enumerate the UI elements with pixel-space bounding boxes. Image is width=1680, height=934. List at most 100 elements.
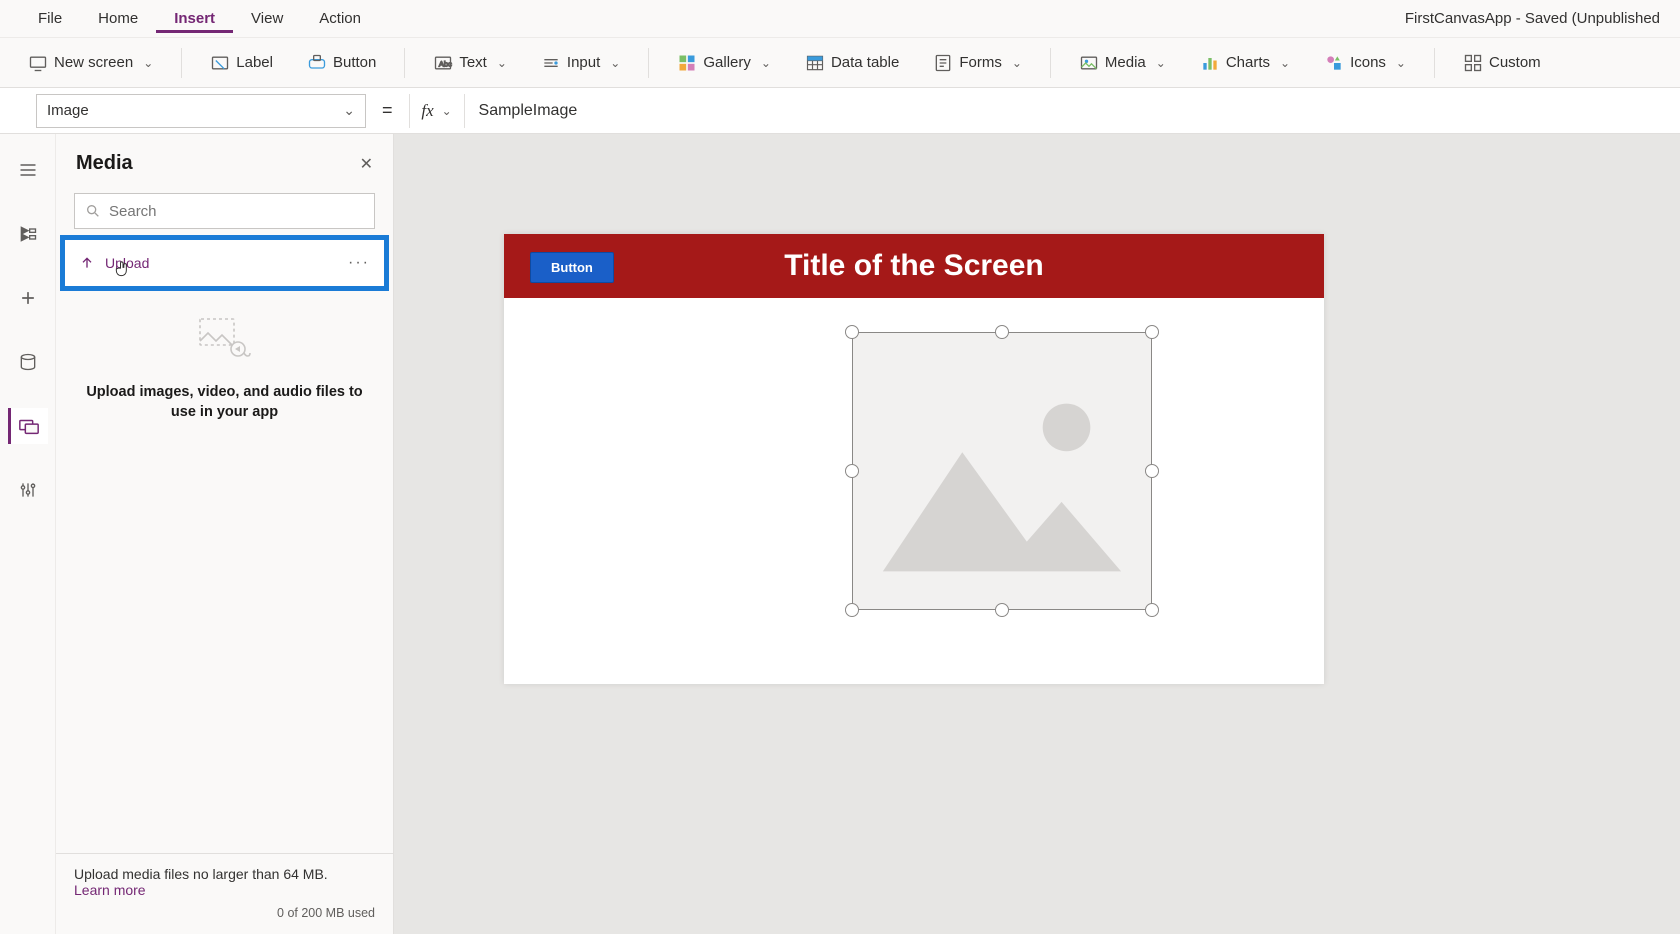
gallery-label: Gallery bbox=[703, 54, 751, 71]
label-button[interactable]: Label bbox=[200, 47, 283, 79]
formula-bar: Image ⌄ = fx ⌄ SampleImage bbox=[0, 88, 1680, 134]
chevron-down-icon: ⌄ bbox=[1012, 56, 1022, 70]
icons-dropdown[interactable]: Icons ⌄ bbox=[1314, 47, 1416, 79]
resize-handle[interactable] bbox=[845, 603, 859, 617]
chevron-down-icon: ⌄ bbox=[1396, 56, 1406, 70]
chevron-down-icon: ⌄ bbox=[610, 56, 620, 70]
image-placeholder[interactable] bbox=[852, 332, 1152, 610]
storage-usage: 0 of 200 MB used bbox=[74, 906, 375, 920]
app-title: FirstCanvasApp - Saved (Unpublished bbox=[1405, 10, 1660, 27]
media-dropdown[interactable]: Media ⌄ bbox=[1069, 47, 1176, 79]
media-rail-icon[interactable] bbox=[8, 408, 48, 444]
footer-text: Upload media files no larger than 64 MB. bbox=[74, 866, 375, 882]
chevron-down-icon: ⌄ bbox=[1156, 56, 1166, 70]
icons-icon bbox=[1324, 53, 1344, 73]
custom-button[interactable]: Custom bbox=[1453, 47, 1551, 79]
search-box[interactable] bbox=[74, 193, 375, 229]
menu-action[interactable]: Action bbox=[301, 4, 379, 33]
forms-label: Forms bbox=[959, 54, 1002, 71]
resize-handle[interactable] bbox=[845, 325, 859, 339]
text-dropdown[interactable]: Abc Text ⌄ bbox=[423, 47, 517, 79]
button-label-text: Button bbox=[333, 54, 376, 71]
input-dropdown[interactable]: Input ⌄ bbox=[531, 47, 630, 79]
tools-icon[interactable] bbox=[8, 472, 48, 508]
upload-label: Upload bbox=[105, 255, 149, 271]
canvas-button-control[interactable]: Button bbox=[530, 252, 614, 283]
learn-more-link[interactable]: Learn more bbox=[74, 882, 146, 898]
insert-icon[interactable] bbox=[8, 280, 48, 316]
chevron-down-icon: ⌄ bbox=[143, 56, 153, 70]
equals-sign: = bbox=[366, 100, 409, 121]
fx-button[interactable]: fx ⌄ bbox=[409, 94, 465, 128]
close-icon[interactable]: ✕ bbox=[360, 154, 373, 174]
charts-dropdown[interactable]: Charts ⌄ bbox=[1190, 47, 1300, 79]
custom-icon bbox=[1463, 53, 1483, 73]
upload-icon bbox=[79, 255, 95, 271]
screen-icon bbox=[28, 53, 48, 73]
forms-icon bbox=[933, 53, 953, 73]
data-icon[interactable] bbox=[8, 344, 48, 380]
formula-input[interactable]: SampleImage bbox=[465, 94, 1680, 128]
text-label: Text bbox=[459, 54, 487, 71]
upload-highlight-box: Upload ··· bbox=[60, 235, 389, 291]
canvas-area[interactable]: Button Title of the Screen bbox=[394, 134, 1680, 934]
menu-file[interactable]: File bbox=[20, 4, 80, 33]
property-selector[interactable]: Image ⌄ bbox=[36, 94, 366, 128]
empty-state: Upload images, video, and audio files to… bbox=[56, 291, 393, 449]
search-input[interactable] bbox=[109, 203, 364, 220]
ribbon-insert: New screen ⌄ Label Button Abc Text ⌄ Inp… bbox=[0, 38, 1680, 88]
resize-handle[interactable] bbox=[1145, 603, 1159, 617]
label-label: Label bbox=[236, 54, 273, 71]
label-icon bbox=[210, 53, 230, 73]
more-icon[interactable]: ··· bbox=[348, 254, 370, 272]
chevron-down-icon: ⌄ bbox=[497, 56, 507, 70]
menu-insert[interactable]: Insert bbox=[156, 4, 233, 33]
menu-view[interactable]: View bbox=[233, 4, 301, 33]
resize-handle[interactable] bbox=[995, 603, 1009, 617]
text-icon: Abc bbox=[433, 53, 453, 73]
gallery-icon bbox=[677, 53, 697, 73]
fx-label: fx bbox=[421, 101, 433, 121]
custom-label: Custom bbox=[1489, 54, 1541, 71]
empty-text: Upload images, video, and audio files to… bbox=[80, 382, 369, 423]
button-button[interactable]: Button bbox=[297, 47, 386, 79]
media-panel: Media ✕ Upload ··· Upload images, video,… bbox=[56, 134, 394, 934]
input-icon bbox=[541, 53, 561, 73]
charts-label: Charts bbox=[1226, 54, 1270, 71]
menu-home[interactable]: Home bbox=[80, 4, 156, 33]
new-screen-button[interactable]: New screen ⌄ bbox=[18, 47, 163, 79]
canvas-title-label[interactable]: Title of the Screen bbox=[504, 249, 1324, 283]
button-icon bbox=[307, 53, 327, 73]
chevron-down-icon: ⌄ bbox=[1280, 56, 1290, 70]
input-label: Input bbox=[567, 54, 600, 71]
media-label: Media bbox=[1105, 54, 1146, 71]
icons-label: Icons bbox=[1350, 54, 1386, 71]
upload-button[interactable]: Upload ··· bbox=[65, 240, 384, 286]
media-empty-icon bbox=[198, 317, 252, 366]
chevron-down-icon: ⌄ bbox=[761, 56, 771, 70]
property-name: Image bbox=[47, 102, 89, 119]
panel-title: Media bbox=[76, 152, 133, 175]
new-screen-label: New screen bbox=[54, 54, 133, 71]
chevron-down-icon: ⌄ bbox=[442, 104, 452, 118]
datatable-label: Data table bbox=[831, 54, 899, 71]
media-icon bbox=[1079, 53, 1099, 73]
tree-view-icon[interactable] bbox=[8, 216, 48, 252]
resize-handle[interactable] bbox=[845, 464, 859, 478]
gallery-dropdown[interactable]: Gallery ⌄ bbox=[667, 47, 781, 79]
left-rail bbox=[0, 134, 56, 934]
search-icon bbox=[85, 203, 101, 219]
resize-handle[interactable] bbox=[1145, 464, 1159, 478]
svg-text:Abc: Abc bbox=[439, 59, 452, 68]
app-screen[interactable]: Button Title of the Screen bbox=[504, 234, 1324, 684]
resize-handle[interactable] bbox=[1145, 325, 1159, 339]
hamburger-icon[interactable] bbox=[8, 152, 48, 188]
charts-icon bbox=[1200, 53, 1220, 73]
resize-handle[interactable] bbox=[995, 325, 1009, 339]
forms-dropdown[interactable]: Forms ⌄ bbox=[923, 47, 1032, 79]
datatable-icon bbox=[805, 53, 825, 73]
menu-bar: File Home Insert View Action FirstCanvas… bbox=[0, 0, 1680, 38]
selected-image-control[interactable] bbox=[852, 332, 1152, 610]
datatable-button[interactable]: Data table bbox=[795, 47, 909, 79]
panel-footer: Upload media files no larger than 64 MB.… bbox=[56, 853, 393, 934]
